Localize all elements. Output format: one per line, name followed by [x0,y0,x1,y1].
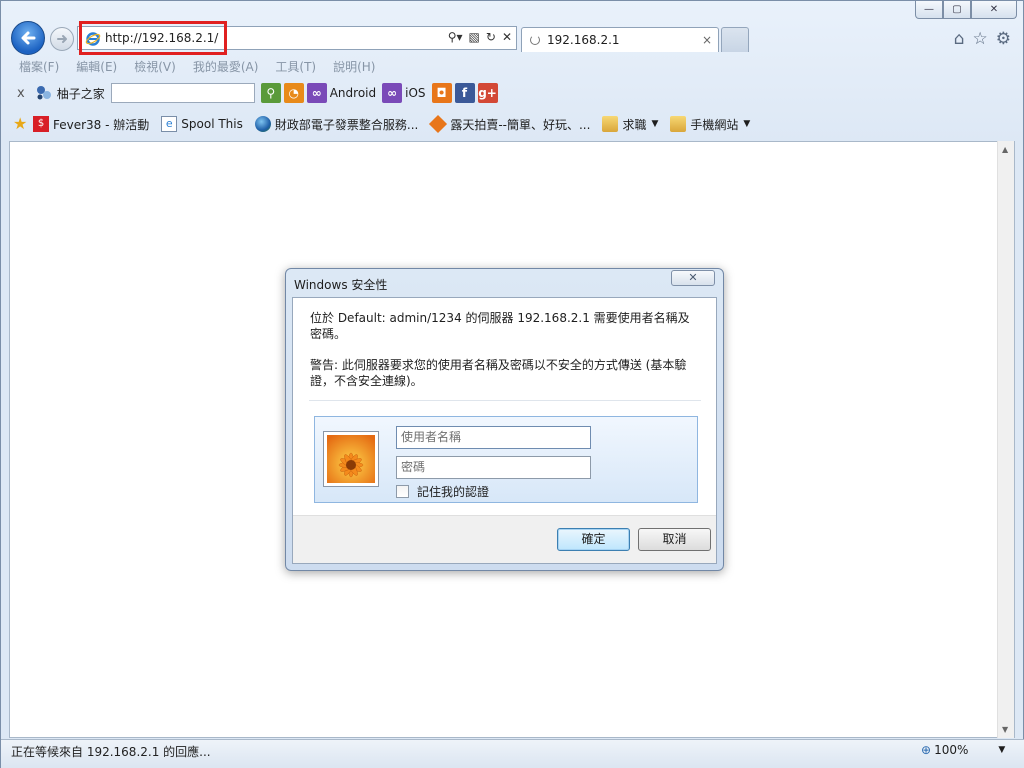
cancel-button[interactable]: 取消 [638,528,711,551]
gear-icon[interactable]: ⚙ [996,29,1011,49]
username-input[interactable]: 使用者名稱 [396,426,591,449]
server-message: 位於 Default: admin/1234 的伺服器 192.168.2.1 … [310,311,690,341]
forward-button[interactable] [50,27,74,51]
android-link-icon[interactable]: ∞ [306,83,327,103]
password-input[interactable]: 密碼 [396,456,591,479]
new-tab-button[interactable] [721,27,749,52]
toolbar-android-link[interactable]: Android [330,86,376,100]
ie-page-icon: e [161,116,178,132]
fever38-icon: $ [33,116,49,132]
back-arrow-icon [21,31,36,45]
toolbar-site-label[interactable]: 柚子之家 [57,85,105,102]
chevron-down-icon: ▼ [651,119,659,129]
divider [309,400,701,401]
compat-view-icon[interactable]: ▧ [469,30,480,44]
menu-edit[interactable]: 編輯(E) [76,57,117,77]
navigation-bar: http://192.168.2.1/ ⚲▾ ▧ ↻ ✕ 192.168.2.1… [1,19,1024,57]
browser-right-icons: ⌂ ☆ ⚙ [954,29,1011,49]
scroll-up-icon[interactable]: ▲ [1002,145,1008,154]
menu-bar: 檔案(F) 編輯(E) 檢視(V) 我的最愛(A) 工具(T) 說明(H) [1,57,392,77]
maximize-button[interactable]: ▢ [943,1,971,19]
window-caption-buttons: — ▢ ✕ [915,1,1017,19]
home-icon[interactable]: ⌂ [954,29,965,49]
facebook-icon[interactable]: f [454,83,475,103]
chevron-down-icon: ▼ [998,745,1006,755]
scroll-down-icon[interactable]: ▼ [1002,725,1008,734]
status-bar: 正在等候來自 192.168.2.1 的回應... ⊕ 100% ▼ [1,739,1024,768]
favorite-spool-this[interactable]: e Spool This [161,116,243,132]
google-plus-icon[interactable]: g+ [477,83,498,103]
favorite-folder-jobs[interactable]: 求職 ▼ [602,116,658,133]
close-window-button[interactable]: ✕ [971,1,1017,19]
refresh-icon[interactable]: ↻ [486,30,496,44]
remember-label: 記住我的認證 [417,485,490,499]
credential-panel: 使用者名稱 密碼 記住我的認證 [314,416,698,503]
ios-link-icon[interactable]: ∞ [382,83,403,103]
zoom-control[interactable]: ⊕ 100% ▼ [921,743,1005,757]
menu-file[interactable]: 檔案(F) [19,57,59,77]
folder-icon [602,116,619,132]
loading-spinner-icon [530,35,540,45]
windows-security-dialog: Windows 安全性 ✕ 位於 Default: admin/1234 的伺服… [285,268,724,571]
menu-view[interactable]: 檢視(V) [134,57,176,77]
tab-active[interactable]: 192.168.2.1 × [521,27,719,52]
toolbar-search-icon[interactable]: ⚲ [260,83,281,103]
dialog-button-strip: 確定 取消 [293,515,716,563]
address-tools: ⚲▾ ▧ ↻ ✕ [448,30,512,44]
pomelo-logo-icon [36,86,51,100]
vertical-scrollbar[interactable]: ▲ ▼ [997,141,1014,738]
toolbar-search-input[interactable] [110,83,255,103]
zoom-icon: ⊕ [921,743,932,757]
zoom-level: 100% [934,743,969,757]
search-icon[interactable]: ⚲▾ [448,30,463,44]
dialog-body: 位於 Default: admin/1234 的伺服器 192.168.2.1 … [292,297,717,564]
globe-icon [254,116,271,132]
rss-icon[interactable]: ◔ [283,83,304,103]
stop-icon[interactable]: ✕ [502,30,512,44]
back-button[interactable] [11,21,45,55]
flower-avatar-icon [327,435,375,483]
minimize-button[interactable]: — [915,1,943,19]
browser-window: — ▢ ✕ http://192.168.2.1/ ⚲▾ ▧ ↻ ✕ 192.1… [0,0,1024,768]
custom-toolbar: x 柚子之家 ⚲ ◔ ∞ Android ∞ iOS ◘ f g+ [1,80,1024,106]
toolbar-close-button[interactable]: x [17,86,25,101]
forward-arrow-icon [57,35,67,43]
favorite-folder-mobile[interactable]: 手機網站 ▼ [670,116,750,133]
address-highlight-box [79,21,227,55]
menu-favorites[interactable]: 我的最愛(A) [193,57,259,77]
remember-checkbox[interactable] [396,485,409,498]
ok-button[interactable]: 確定 [557,528,630,551]
dialog-title: Windows 安全性 [294,278,388,292]
blogger-icon[interactable]: ◘ [431,83,452,103]
favorite-fever38[interactable]: $ Fever38 - 辦活動 [33,116,149,133]
folder-icon [670,116,687,132]
add-favorites-star-icon[interactable]: ★ [13,116,29,132]
security-warning: 警告: 此伺服器要求您的使用者名稱及密碼以不安全的方式傳送 (基本驗證，不含安全… [310,358,687,388]
tab-close-icon[interactable]: × [702,33,712,47]
toolbar-ios-link[interactable]: iOS [405,86,425,100]
menu-tools[interactable]: 工具(T) [275,57,316,77]
tab-title: 192.168.2.1 [547,33,620,47]
favorite-ruten[interactable]: 露天拍賣--簡單、好玩、... [429,114,590,134]
user-avatar [323,431,379,487]
ruten-icon [429,114,448,134]
dialog-close-button[interactable]: ✕ [671,270,715,286]
status-text: 正在等候來自 192.168.2.1 的回應... [11,745,211,759]
menu-help[interactable]: 說明(H) [333,57,375,77]
chevron-down-icon: ▼ [743,119,751,129]
remember-credentials[interactable]: 記住我的認證 [396,483,489,500]
favorites-star-icon[interactable]: ☆ [973,29,988,49]
favorites-bar: ★ $ Fever38 - 辦活動 e Spool This 財政部電子發票整合… [1,112,1024,136]
favorite-e-invoice[interactable]: 財政部電子發票整合服務... [254,116,418,133]
